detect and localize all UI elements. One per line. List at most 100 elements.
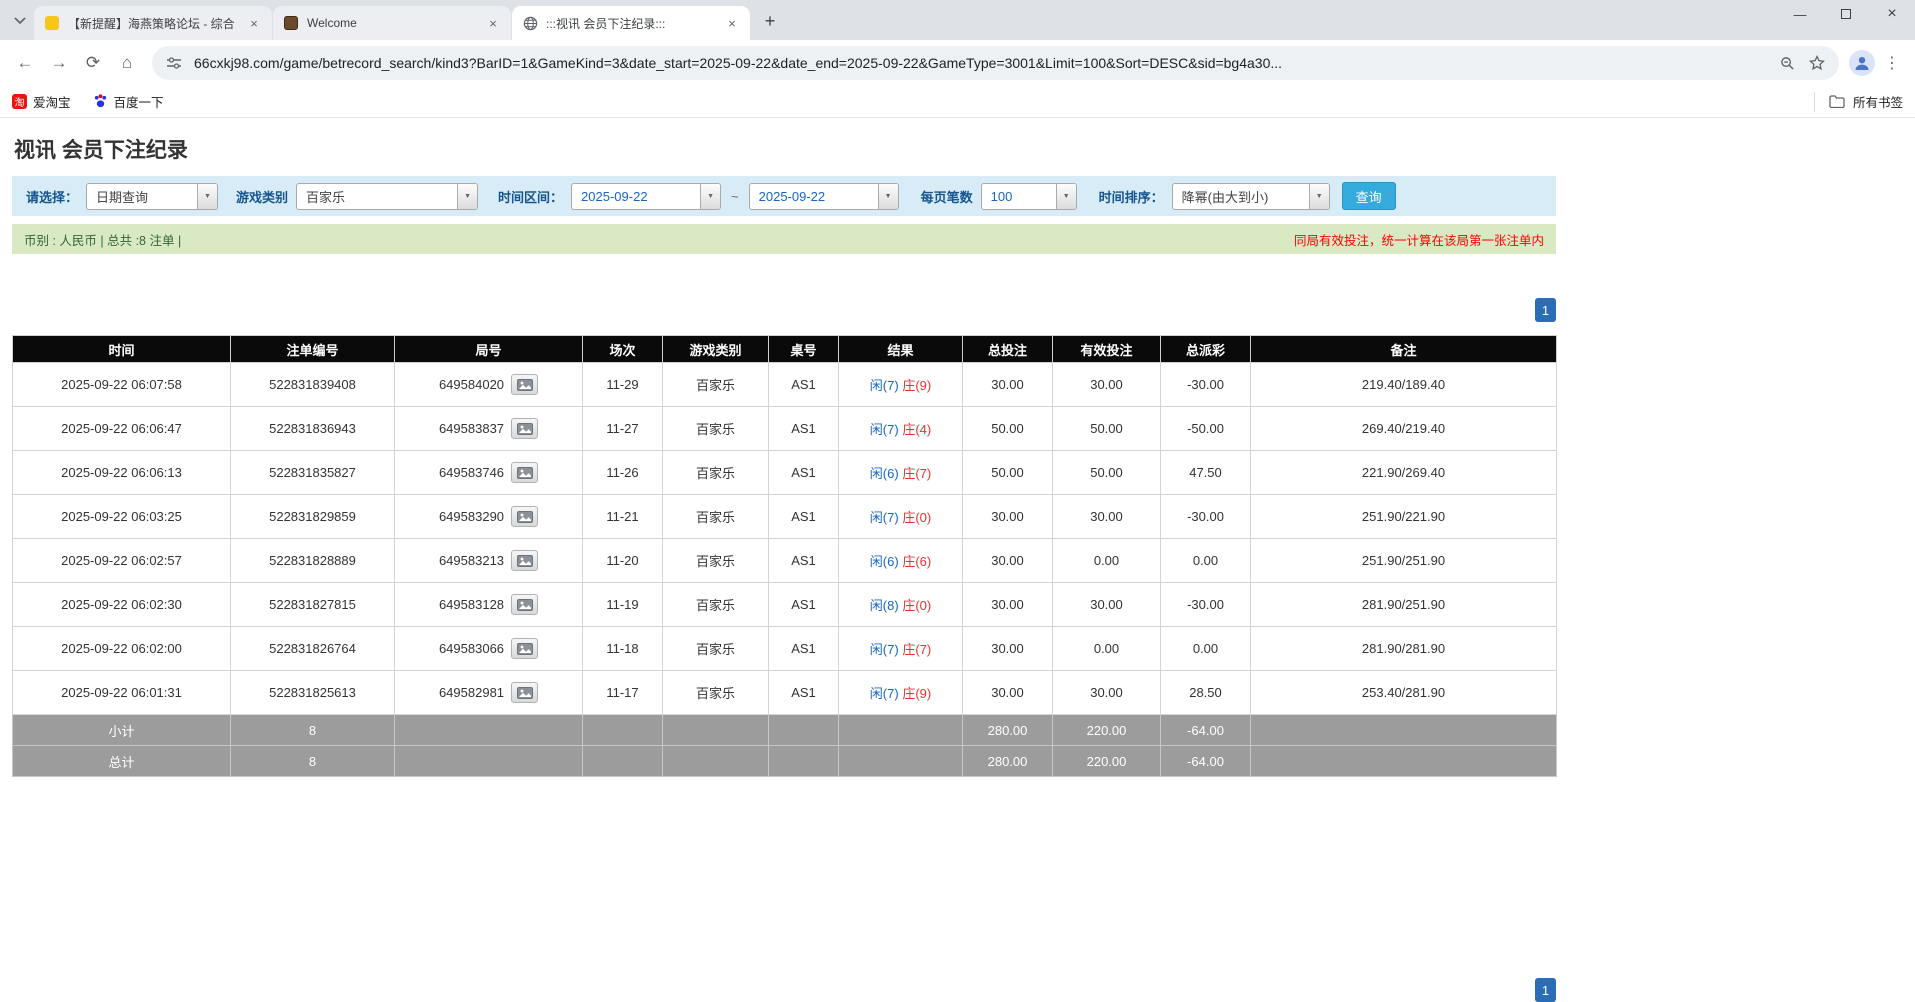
tab-title: :::视讯 会员下注纪录::: xyxy=(546,15,716,32)
bookmark-baidu[interactable]: 百度一下 xyxy=(93,92,164,111)
maximize-button[interactable] xyxy=(1823,0,1869,28)
address-bar[interactable]: 66cxkj98.com/game/betrecord_search/kind3… xyxy=(152,46,1839,80)
all-bookmarks[interactable]: 所有书签 xyxy=(1814,92,1903,112)
search-button[interactable]: 查询 xyxy=(1342,182,1396,210)
col-round-id: 局号 xyxy=(395,336,583,363)
cell-bet-id: 522831835827 xyxy=(231,451,395,495)
table-row: 2025-09-22 06:06:47522831836943649583837… xyxy=(13,407,1557,451)
forward-button[interactable]: → xyxy=(44,48,74,78)
table-row: 2025-09-22 06:03:25522831829859649583290… xyxy=(13,495,1557,539)
table-footer: 小计 8 280.00 220.00 -64.00 总计 8 280.00 22… xyxy=(13,715,1557,777)
close-window-button[interactable]: × xyxy=(1869,0,1915,28)
game-type-select[interactable]: 百家乐 ▼ xyxy=(296,183,478,210)
site-info-icon[interactable] xyxy=(164,53,184,73)
round-replay-icon[interactable] xyxy=(511,462,538,483)
cell-result: 闲(6) 庄(6) xyxy=(839,539,963,583)
col-note: 备注 xyxy=(1251,336,1557,363)
bookmark-taobao[interactable]: 淘 爱淘宝 xyxy=(12,92,71,111)
round-replay-icon[interactable] xyxy=(511,594,538,615)
round-replay-icon[interactable] xyxy=(511,682,538,703)
tab-forum[interactable]: 【新提醒】海燕策略论坛 - 综合 × xyxy=(34,6,272,40)
chevron-down-icon xyxy=(14,17,26,25)
minimize-button[interactable]: — xyxy=(1777,0,1823,28)
cell-valid-bet: 0.00 xyxy=(1053,627,1161,671)
chevron-down-icon: ▼ xyxy=(1309,184,1329,209)
cell-round-id: 649583746 xyxy=(395,451,583,495)
result-player: 闲(6) xyxy=(870,466,899,481)
col-payout: 总派彩 xyxy=(1161,336,1251,363)
cell-valid-bet: 30.00 xyxy=(1053,363,1161,407)
query-type-select[interactable]: 日期查询 ▼ xyxy=(86,183,218,210)
cell-total-bet[interactable]: 30.00 xyxy=(963,363,1053,407)
browser-menu-icon[interactable]: ⋮ xyxy=(1879,53,1905,73)
col-game-type: 游戏类别 xyxy=(663,336,769,363)
cell-table-no: AS1 xyxy=(769,495,839,539)
page-number-button[interactable]: 1 xyxy=(1535,298,1556,322)
cell-session: 11-29 xyxy=(583,363,663,407)
cell-total-bet[interactable]: 30.00 xyxy=(963,539,1053,583)
all-bookmarks-label: 所有书签 xyxy=(1853,92,1903,111)
cell-time: 2025-09-22 06:06:13 xyxy=(13,451,231,495)
result-player: 闲(8) xyxy=(870,598,899,613)
bookmarks-bar: 淘 爱淘宝 百度一下 所有书签 xyxy=(0,86,1915,118)
subtotal-total-bet: 280.00 xyxy=(963,715,1053,746)
date-end-select[interactable]: 2025-09-22 ▼ xyxy=(749,183,899,210)
round-replay-icon[interactable] xyxy=(511,418,538,439)
tab-bet-records[interactable]: :::视讯 会员下注纪录::: × xyxy=(512,6,750,40)
bookmark-star-icon[interactable] xyxy=(1807,53,1827,73)
cell-total-bet[interactable]: 50.00 xyxy=(963,451,1053,495)
back-button[interactable]: ← xyxy=(10,48,40,78)
forum-favicon-icon xyxy=(44,15,60,31)
cell-table-no: AS1 xyxy=(769,363,839,407)
date-start-select[interactable]: 2025-09-22 ▼ xyxy=(571,183,721,210)
zoom-icon[interactable] xyxy=(1777,53,1797,73)
per-page-select[interactable]: 100 ▼ xyxy=(981,183,1077,210)
tab-welcome[interactable]: Welcome × xyxy=(273,6,511,40)
tab-close-icon[interactable]: × xyxy=(485,15,501,31)
subtotal-valid-bet: 220.00 xyxy=(1053,715,1161,746)
cell-total-bet[interactable]: 30.00 xyxy=(963,671,1053,715)
reload-button[interactable]: ⟳ xyxy=(78,48,108,78)
game-type-label: 游戏类别 xyxy=(236,187,288,206)
cell-valid-bet: 30.00 xyxy=(1053,671,1161,715)
home-button[interactable]: ⌂ xyxy=(112,48,142,78)
col-table-no: 桌号 xyxy=(769,336,839,363)
bookmark-label: 爱淘宝 xyxy=(33,92,71,111)
cell-time: 2025-09-22 06:06:47 xyxy=(13,407,231,451)
info-bar: 币别 : 人民币 | 总共 :8 注单 | 同局有效投注，统一计算在该局第一张注… xyxy=(12,224,1556,254)
cell-valid-bet: 30.00 xyxy=(1053,583,1161,627)
new-tab-button[interactable]: + xyxy=(756,7,784,35)
per-page-label: 每页笔数 xyxy=(921,187,973,206)
col-time: 时间 xyxy=(13,336,231,363)
tab-search-button[interactable] xyxy=(6,7,34,35)
col-bet-id: 注单编号 xyxy=(231,336,395,363)
sort-label: 时间排序： xyxy=(1099,187,1164,206)
round-replay-icon[interactable] xyxy=(511,638,538,659)
cell-payout: 28.50 xyxy=(1161,671,1251,715)
table-row: 2025-09-22 06:02:57522831828889649583213… xyxy=(13,539,1557,583)
result-player: 闲(7) xyxy=(870,510,899,525)
url-text: 66cxkj98.com/game/betrecord_search/kind3… xyxy=(194,55,1767,71)
result-banker: 庄(0) xyxy=(902,510,931,525)
cell-session: 11-27 xyxy=(583,407,663,451)
round-replay-icon[interactable] xyxy=(511,506,538,527)
cell-total-bet[interactable]: 30.00 xyxy=(963,495,1053,539)
tab-close-icon[interactable]: × xyxy=(724,15,740,31)
cell-total-bet[interactable]: 30.00 xyxy=(963,583,1053,627)
col-session: 场次 xyxy=(583,336,663,363)
range-separator: ~ xyxy=(729,189,741,204)
round-replay-icon[interactable] xyxy=(511,550,538,571)
cell-total-bet[interactable]: 30.00 xyxy=(963,627,1053,671)
round-replay-icon[interactable] xyxy=(511,374,538,395)
cell-bet-id: 522831826764 xyxy=(231,627,395,671)
cell-total-bet[interactable]: 50.00 xyxy=(963,407,1053,451)
tab-close-icon[interactable]: × xyxy=(246,15,262,31)
pagination-top: 1 xyxy=(12,298,1556,322)
cell-result: 闲(7) 庄(4) xyxy=(839,407,963,451)
baidu-paw-icon xyxy=(93,93,108,111)
profile-avatar[interactable] xyxy=(1849,50,1875,76)
cell-note: 253.40/281.90 xyxy=(1251,671,1557,715)
page-number-button[interactable]: 1 xyxy=(1535,978,1556,1002)
sort-select[interactable]: 降幂(由大到小) ▼ xyxy=(1172,183,1330,210)
col-total-bet: 总投注 xyxy=(963,336,1053,363)
